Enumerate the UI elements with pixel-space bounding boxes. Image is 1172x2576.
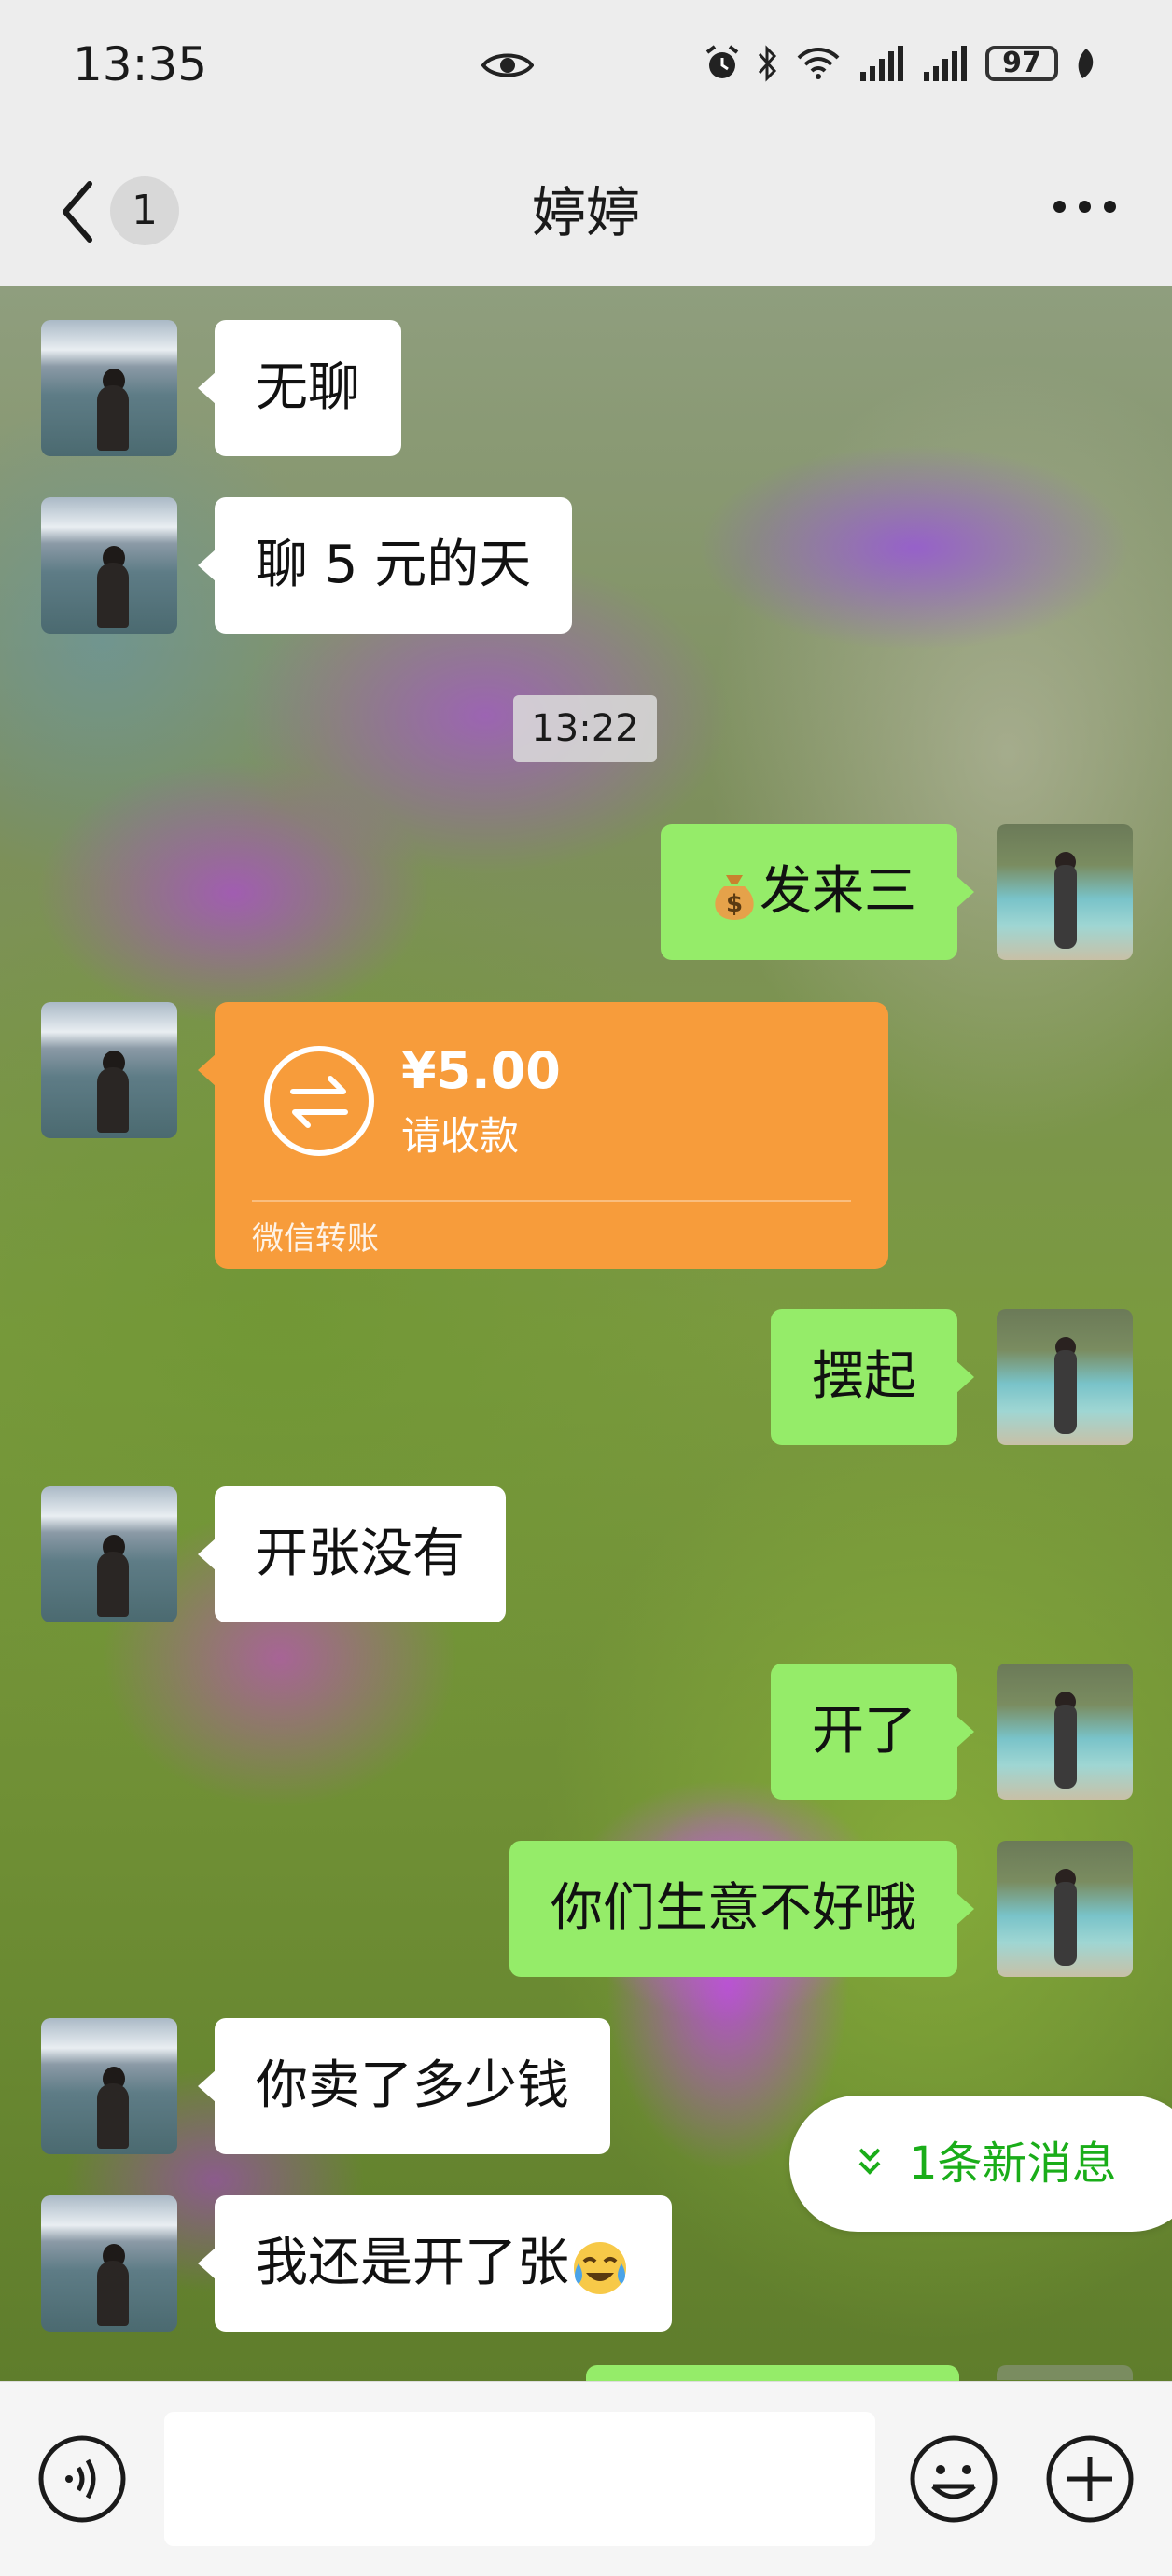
status-time: 13:35 — [73, 37, 208, 91]
double-chevron-down-icon — [858, 2148, 881, 2175]
message-bubble-incoming[interactable]: 我还是开了张 — [198, 2195, 672, 2332]
page-title: 婷婷 — [531, 181, 640, 244]
voice-icon[interactable] — [35, 2432, 129, 2526]
status-icons: 97 — [704, 45, 1097, 82]
leaf-icon — [1078, 49, 1094, 78]
my-avatar-partial[interactable] — [997, 2365, 1133, 2380]
eye-icon — [481, 53, 534, 77]
chat-header: 1 婷婷 — [0, 135, 1172, 286]
chat-area[interactable]: 无聊 聊 5 元的天 13:22 $ 发来三 ¥5.00 请收款 微信转账 摆起… — [0, 286, 1172, 2381]
message-bubble-incoming[interactable]: 无聊 — [198, 320, 401, 456]
my-avatar[interactable] — [997, 1309, 1133, 1445]
my-avatar[interactable] — [997, 824, 1133, 960]
message-bubble-outgoing[interactable]: 摆起 — [771, 1309, 974, 1445]
battery-icon: 97 — [985, 46, 1058, 81]
message-bubble-incoming[interactable]: 聊 5 元的天 — [197, 497, 573, 634]
bluetooth-icon — [758, 45, 777, 82]
message-input-bar — [0, 2381, 1172, 2576]
contact-avatar[interactable] — [41, 1486, 177, 1622]
transfer-status: 请收款 — [401, 1113, 520, 1159]
message-input[interactable] — [164, 2412, 875, 2546]
message-bubble-incoming[interactable]: 你卖了多少钱 — [198, 2018, 610, 2154]
wifi-icon — [797, 48, 840, 79]
signal-icon — [860, 46, 903, 81]
svg-text:$: $ — [726, 890, 743, 918]
emoji-icon[interactable] — [907, 2432, 1000, 2526]
plus-icon[interactable] — [1043, 2432, 1137, 2526]
new-message-label: 1条新消息 — [909, 2137, 1117, 2190]
message-timestamp: 13:22 — [513, 695, 657, 762]
status-bar: 13:35 97 — [0, 0, 1172, 135]
message-text: 我还是开了张 — [256, 2233, 569, 2293]
my-avatar[interactable] — [997, 1664, 1133, 1800]
divider — [252, 1200, 851, 1202]
crying-laughing-emoji — [574, 2241, 626, 2294]
message-bubble-incoming[interactable]: 开张没有 — [198, 1486, 506, 1622]
new-message-button[interactable]: 1条新消息 — [789, 2096, 1172, 2232]
signal-icon — [924, 46, 967, 81]
transfer-footer-label: 微信转账 — [252, 1220, 379, 1258]
my-avatar[interactable] — [997, 1841, 1133, 1977]
contact-avatar[interactable] — [41, 2195, 177, 2332]
contact-avatar[interactable] — [41, 320, 177, 456]
transfer-icon — [264, 1046, 374, 1156]
message-bubble-outgoing[interactable]: 你们生意不好哦 — [509, 1841, 974, 1977]
message-bubble-outgoing-partial[interactable] — [586, 2365, 959, 2381]
message-bubble-outgoing[interactable]: $ 发来三 — [661, 824, 974, 960]
contact-avatar[interactable] — [41, 1002, 177, 1138]
money-bag-emoji: $ — [715, 874, 754, 920]
contact-avatar[interactable] — [41, 497, 177, 634]
message-text: 发来三 — [760, 861, 916, 922]
message-bubble-outgoing[interactable]: 开了 — [771, 1664, 974, 1800]
transfer-card[interactable]: ¥5.00 请收款 微信转账 — [198, 1002, 888, 1269]
more-dots-icon[interactable] — [1053, 201, 1116, 213]
alarm-icon — [705, 45, 739, 78]
contact-avatar[interactable] — [41, 2018, 177, 2154]
transfer-amount: ¥5.00 — [401, 1041, 561, 1100]
